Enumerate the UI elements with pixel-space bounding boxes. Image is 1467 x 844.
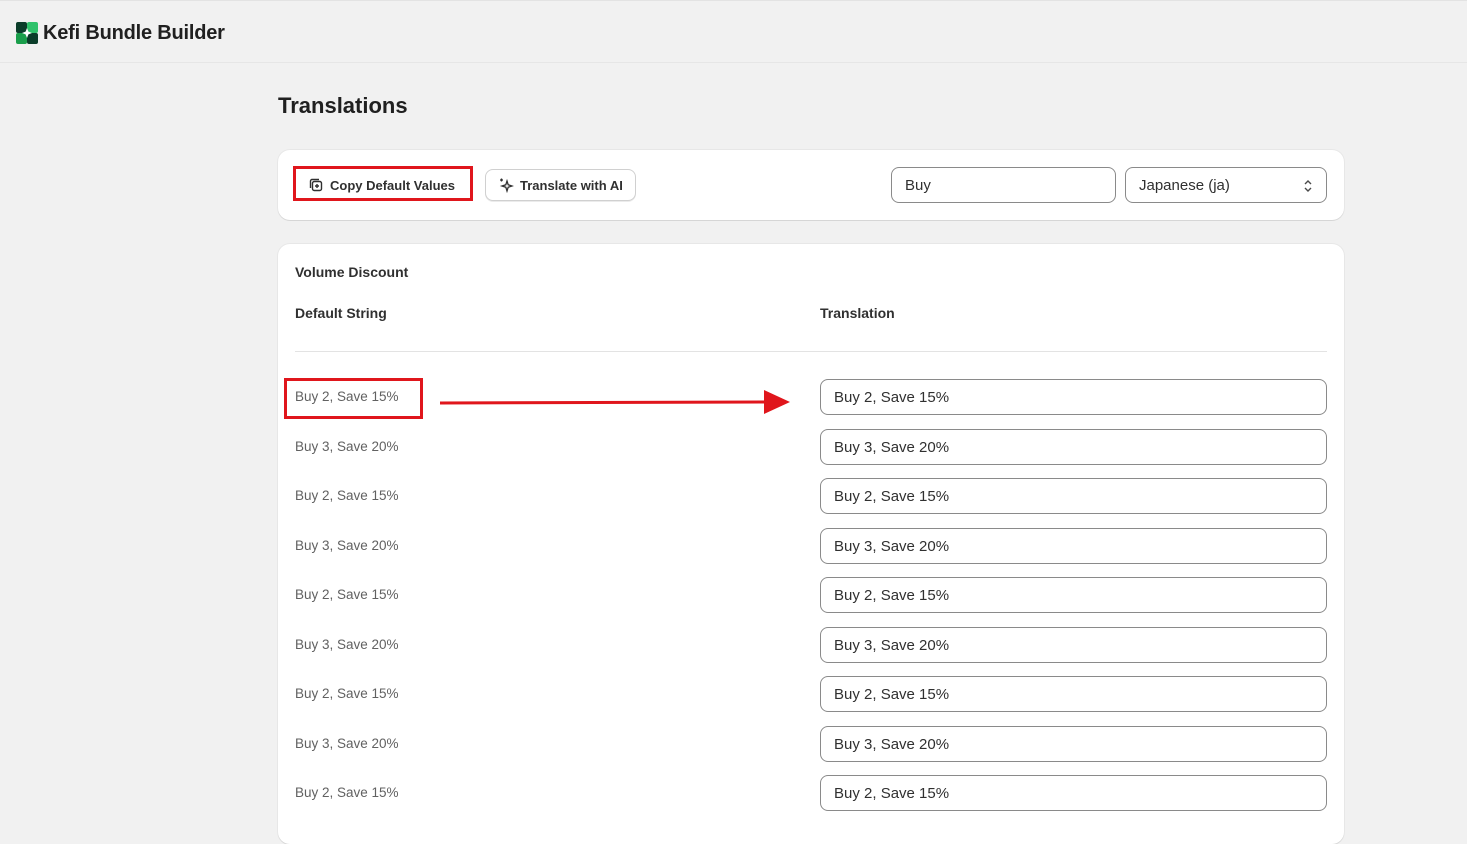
- copy-icon: [309, 178, 323, 192]
- translation-row: Buy 2, Save 15%: [278, 577, 1344, 613]
- default-string: Buy 3, Save 20%: [295, 538, 399, 553]
- section-title: Volume Discount: [295, 264, 409, 280]
- default-string: Buy 2, Save 15%: [295, 488, 399, 503]
- translate-with-ai-button[interactable]: Translate with AI: [485, 169, 636, 201]
- app-name: Kefi Bundle Builder: [43, 22, 225, 44]
- language-select[interactable]: Japanese (ja): [1125, 167, 1327, 203]
- translation-input[interactable]: [820, 577, 1327, 613]
- translation-input[interactable]: [820, 726, 1327, 762]
- copy-default-values-button[interactable]: Copy Default Values: [296, 169, 467, 201]
- search-input[interactable]: [891, 167, 1116, 203]
- toolbar-card: Copy Default Values Translate with AI Ja…: [278, 150, 1344, 220]
- translation-row: Buy 2, Save 15%: [278, 478, 1344, 514]
- column-header-translation: Translation: [820, 305, 895, 321]
- default-string: Buy 2, Save 15%: [295, 686, 399, 701]
- translation-row: Buy 3, Save 20%: [278, 528, 1344, 564]
- default-string: Buy 3, Save 20%: [295, 736, 399, 751]
- translation-row: Buy 3, Save 20%: [278, 429, 1344, 465]
- header-divider: [295, 351, 1327, 352]
- translation-row: Buy 2, Save 15%: [278, 676, 1344, 712]
- translation-input[interactable]: [820, 775, 1327, 811]
- translation-row: Buy 2, Save 15%: [278, 775, 1344, 811]
- default-string: Buy 2, Save 15%: [295, 389, 399, 404]
- language-select-value: Japanese (ja): [1139, 176, 1230, 194]
- copy-default-values-label: Copy Default Values: [330, 177, 455, 193]
- volume-discount-card: Volume Discount Default String Translati…: [278, 244, 1344, 844]
- select-chevron-icon: [1304, 180, 1312, 192]
- translate-with-ai-label: Translate with AI: [520, 177, 623, 193]
- translation-row: Buy 2, Save 15%: [278, 379, 1344, 415]
- default-string: Buy 3, Save 20%: [295, 637, 399, 652]
- default-string: Buy 2, Save 15%: [295, 785, 399, 800]
- arrow-icon: [440, 390, 790, 414]
- default-string: Buy 3, Save 20%: [295, 439, 399, 454]
- column-header-default-string: Default String: [295, 305, 387, 321]
- translation-input[interactable]: [820, 528, 1327, 564]
- sparkle-icon: [499, 178, 514, 193]
- kefi-logo-icon: [16, 22, 38, 44]
- translation-input[interactable]: [820, 379, 1327, 415]
- translation-input[interactable]: [820, 429, 1327, 465]
- translation-input[interactable]: [820, 627, 1327, 663]
- page-title: Translations: [278, 93, 408, 118]
- default-string: Buy 2, Save 15%: [295, 587, 399, 602]
- translation-input[interactable]: [820, 676, 1327, 712]
- app-header: Kefi Bundle Builder: [0, 0, 1467, 63]
- translation-row: Buy 3, Save 20%: [278, 627, 1344, 663]
- translation-input[interactable]: [820, 478, 1327, 514]
- translation-row: Buy 3, Save 20%: [278, 726, 1344, 762]
